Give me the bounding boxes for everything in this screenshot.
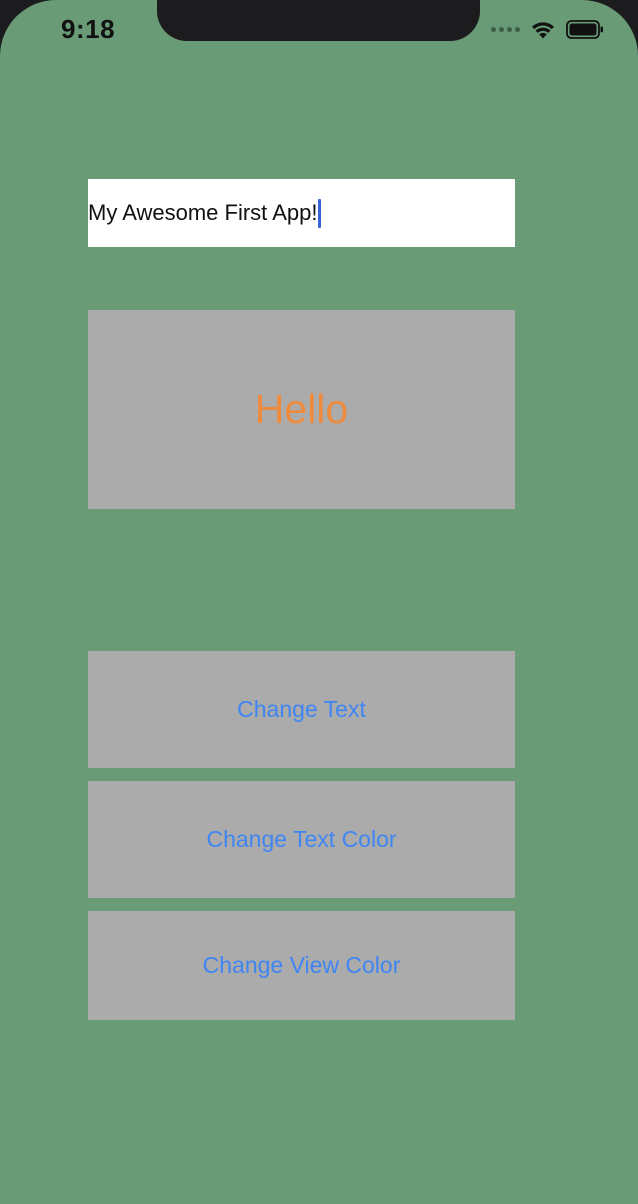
title-text-field[interactable]: My Awesome First App! (88, 179, 515, 247)
text-field-value: My Awesome First App! (88, 200, 318, 225)
device-notch (157, 0, 480, 41)
change-text-color-button[interactable]: Change Text Color (88, 781, 515, 898)
wifi-icon (532, 21, 554, 38)
status-time: 9:18 (61, 14, 116, 44)
change-view-color-button[interactable]: Change View Color (88, 911, 515, 1020)
change-text-button[interactable]: Change Text (88, 651, 515, 768)
hello-label-container: Hello (88, 310, 515, 509)
signal-dots-icon (491, 26, 520, 32)
text-cursor (318, 198, 322, 228)
hello-label: Hello (254, 386, 349, 432)
status-icons (491, 17, 604, 41)
app-screen: 9:18 My Awesome First App! Hello Change … (0, 0, 638, 1204)
battery-icon (566, 19, 603, 39)
